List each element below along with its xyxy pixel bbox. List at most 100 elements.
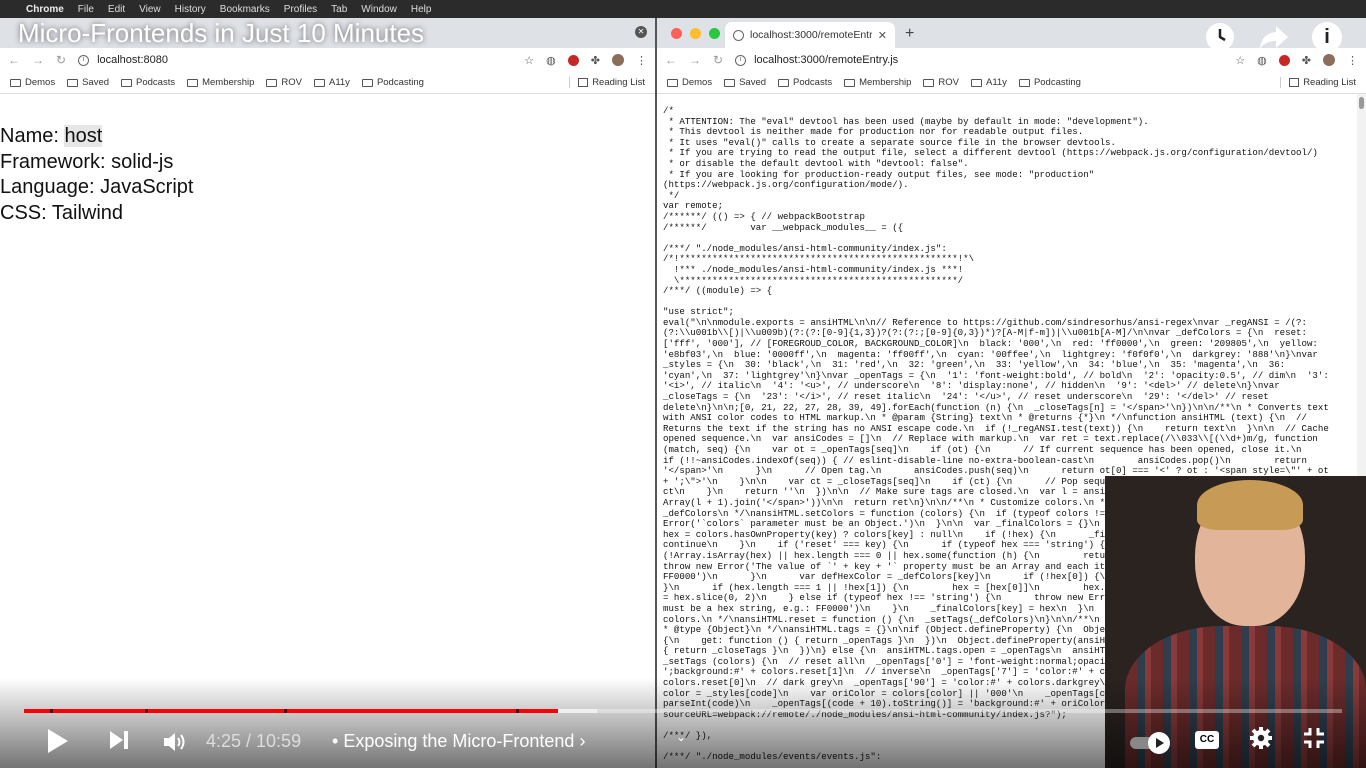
- video-title[interactable]: Micro-Frontends in Just 10 Minutes: [18, 18, 424, 49]
- menubar-file[interactable]: File: [78, 4, 94, 15]
- bookmark-podcasts[interactable]: Podcasts: [778, 77, 832, 88]
- autoplay-knob: [1148, 732, 1170, 754]
- time-text: 4:25 / 10:59: [206, 731, 302, 751]
- left-bookmarks-bar: Demos Saved Podcasts Membership ROV A11y…: [0, 72, 655, 94]
- next-icon[interactable]: [110, 731, 128, 754]
- menubar-profiles[interactable]: Profiles: [284, 4, 317, 15]
- left-address-text: localhost:8080: [97, 54, 169, 66]
- host-name-line: Name: host: [0, 124, 655, 150]
- info-icon[interactable]: i: [1312, 22, 1342, 52]
- bookmark-podcasting[interactable]: Podcasting: [361, 77, 424, 88]
- right-address-bar[interactable]: i localhost:3000/remoteEntry.js: [735, 54, 1223, 66]
- right-toolbar-actions: ☆ ◍ ✤ ⋮: [1235, 54, 1358, 67]
- puzzle-icon[interactable]: ✤: [591, 54, 600, 67]
- bookmark-demos[interactable]: Demos: [667, 77, 712, 88]
- folder-icon: [667, 78, 678, 87]
- star-icon[interactable]: ☆: [524, 54, 534, 67]
- forward-icon[interactable]: →: [689, 53, 701, 67]
- bookmark-rov[interactable]: ROV: [923, 77, 959, 88]
- reading-list-icon: [578, 78, 589, 87]
- play-icon[interactable]: [48, 729, 68, 753]
- bookmark-label: A11y: [328, 77, 350, 88]
- bookmark-label: Membership: [202, 77, 255, 88]
- menubar-help[interactable]: Help: [411, 4, 432, 15]
- minimize-window-button[interactable]: [690, 28, 701, 39]
- camera-icon[interactable]: ◍: [546, 54, 556, 67]
- info-icon[interactable]: i: [735, 54, 747, 66]
- avatar[interactable]: [1323, 54, 1335, 66]
- menubar-tab[interactable]: Tab: [331, 4, 347, 15]
- chapter-text: Exposing the Micro-Frontend: [343, 731, 575, 751]
- time-display: 4:25 / 10:59: [206, 731, 301, 752]
- chapter-separator: •: [332, 731, 339, 751]
- bookmark-demos[interactable]: Demos: [10, 77, 55, 88]
- avatar[interactable]: [612, 54, 624, 66]
- left-address-bar[interactable]: i localhost:8080: [78, 54, 512, 66]
- bookmark-label: Membership: [859, 77, 912, 88]
- bookmark-podcasts[interactable]: Podcasts: [121, 77, 175, 88]
- bookmark-a11y[interactable]: A11y: [313, 77, 350, 88]
- window-controls: [671, 28, 720, 39]
- forward-icon[interactable]: →: [32, 53, 44, 67]
- left-toolbar: ← → ↻ i localhost:8080 ☆ ◍ ✤ ⋮: [0, 48, 655, 72]
- bookmark-podcasting[interactable]: Podcasting: [1018, 77, 1081, 88]
- bookmark-label: Saved: [739, 77, 767, 88]
- gear-icon[interactable]: [1249, 726, 1273, 757]
- star-icon[interactable]: ☆: [1235, 54, 1245, 67]
- host-language-line: Language: JavaScript: [0, 176, 194, 198]
- zoom-window-button[interactable]: [709, 28, 720, 39]
- right-bookmarks-bar: Demos Saved Podcasts Membership ROV A11y…: [657, 72, 1366, 94]
- folder-icon: [266, 78, 278, 87]
- camera-icon[interactable]: ◍: [1257, 54, 1267, 67]
- menubar-window[interactable]: Window: [361, 4, 397, 15]
- progress-bar[interactable]: [24, 709, 1342, 713]
- tab-remote-entry[interactable]: localhost:3000/remoteEntry.js ✕: [725, 22, 895, 48]
- exit-fullscreen-icon[interactable]: [1302, 726, 1326, 757]
- clock-icon[interactable]: [1205, 22, 1235, 52]
- bookmark-a11y[interactable]: A11y: [970, 77, 1007, 88]
- close-icon[interactable]: ✕: [635, 26, 647, 38]
- close-window-button[interactable]: [671, 28, 682, 39]
- menubar-view[interactable]: View: [139, 4, 161, 15]
- scrollbar-thumb[interactable]: [1359, 97, 1364, 109]
- close-tab-icon[interactable]: ✕: [878, 29, 887, 42]
- share-icon[interactable]: [1258, 22, 1288, 52]
- bookmark-saved[interactable]: Saved: [724, 77, 766, 88]
- bookmark-label: Demos: [682, 77, 713, 88]
- chevron-down-icon[interactable]: ⌄: [676, 730, 686, 744]
- folder-icon: [313, 78, 325, 87]
- bookmark-membership[interactable]: Membership: [844, 77, 911, 88]
- menubar-history[interactable]: History: [175, 4, 206, 15]
- reading-list-button[interactable]: Reading List: [569, 77, 645, 88]
- bookmark-membership[interactable]: Membership: [187, 77, 254, 88]
- extension-icon[interactable]: [567, 54, 579, 66]
- back-icon[interactable]: ←: [665, 53, 677, 67]
- kebab-menu-icon[interactable]: ⋮: [636, 54, 647, 67]
- bookmark-rov[interactable]: ROV: [266, 77, 302, 88]
- folder-icon: [724, 78, 736, 87]
- reload-icon[interactable]: ↻: [56, 53, 66, 67]
- autoplay-toggle[interactable]: [1130, 732, 1174, 754]
- folder-icon: [10, 78, 21, 87]
- volume-icon[interactable]: [162, 730, 188, 760]
- chapter-marker: [145, 709, 149, 713]
- reload-icon[interactable]: ↻: [713, 53, 723, 67]
- kebab-menu-icon[interactable]: ⋮: [1347, 54, 1358, 67]
- bookmark-saved[interactable]: Saved: [67, 77, 109, 88]
- folder-icon: [970, 78, 982, 87]
- chapter-title[interactable]: • Exposing the Micro-Frontend ›: [332, 731, 585, 752]
- puzzle-icon[interactable]: ✤: [1302, 54, 1311, 67]
- menubar-app-name[interactable]: Chrome: [26, 4, 64, 15]
- subtitles-button[interactable]: CC: [1195, 731, 1219, 749]
- new-tab-icon[interactable]: +: [905, 25, 914, 43]
- left-toolbar-actions: ☆ ◍ ✤ ⋮: [524, 54, 647, 67]
- menubar-bookmarks[interactable]: Bookmarks: [220, 4, 270, 15]
- back-icon[interactable]: ←: [8, 53, 20, 67]
- info-icon[interactable]: i: [78, 54, 90, 66]
- host-css-line: CSS: Tailwind: [0, 201, 124, 224]
- menubar-edit[interactable]: Edit: [108, 4, 125, 15]
- extension-icon[interactable]: [1278, 54, 1290, 66]
- folder-icon: [844, 78, 856, 87]
- macos-menubar: Chrome File Edit View History Bookmarks …: [0, 0, 1366, 18]
- reading-list-button[interactable]: Reading List: [1280, 77, 1356, 88]
